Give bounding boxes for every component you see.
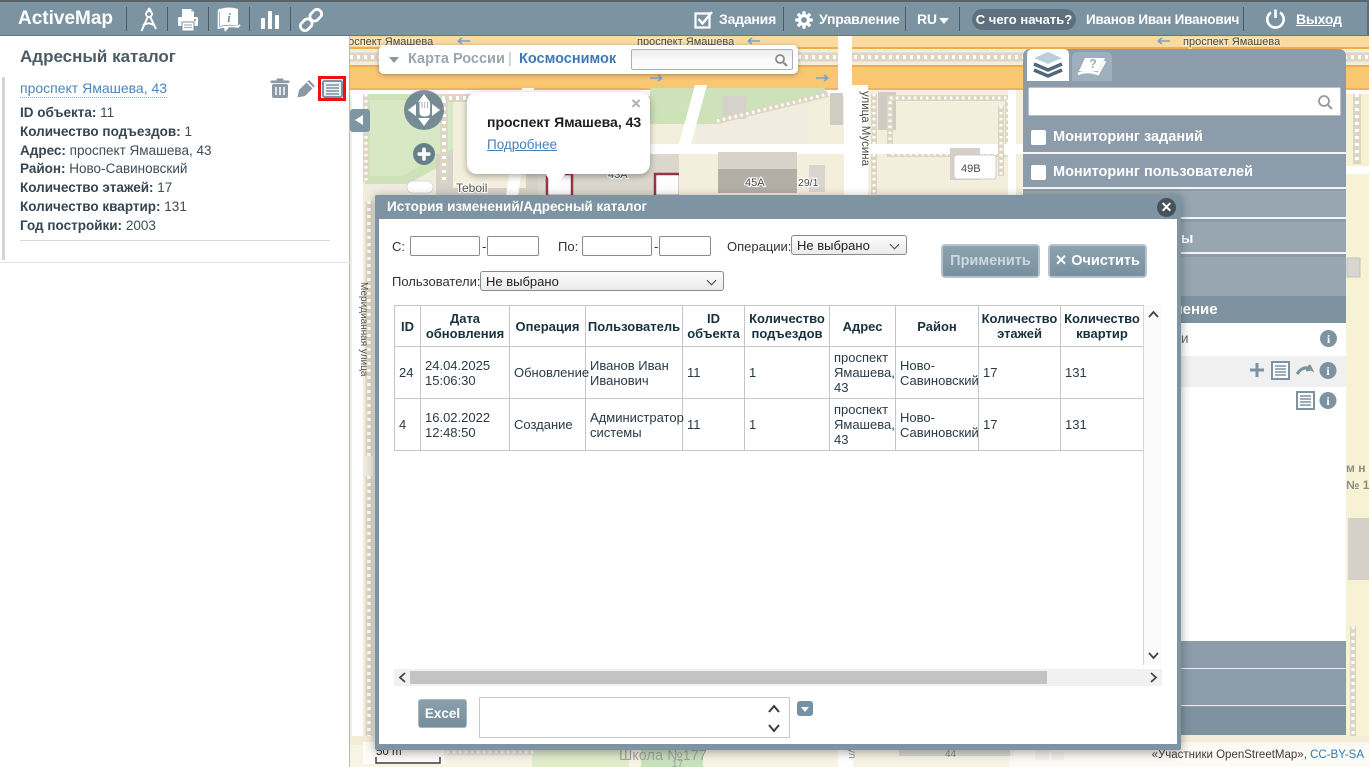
svg-text:?: ?: [1089, 57, 1097, 71]
svg-text:проспект Ямашева: проспект Ямашева: [1183, 36, 1281, 48]
svg-text:Меридианная улица: Меридианная улица: [358, 282, 369, 377]
svg-text:i: i: [227, 10, 231, 25]
svg-text:29/1: 29/1: [798, 177, 819, 189]
svg-text:№ 1: № 1: [1346, 478, 1369, 492]
svg-text:«Участники OpenStreetMap», CC-: «Участники OpenStreetMap», CC-BY-SA: [1152, 749, 1365, 761]
svg-text:49В: 49В: [961, 163, 981, 175]
svg-text:м н: м н: [1346, 461, 1365, 475]
svg-text:улица Мусина: улица Мусина: [859, 91, 871, 167]
svg-text:Teboil: Teboil: [456, 181, 487, 195]
svg-text:45А: 45А: [745, 177, 765, 189]
